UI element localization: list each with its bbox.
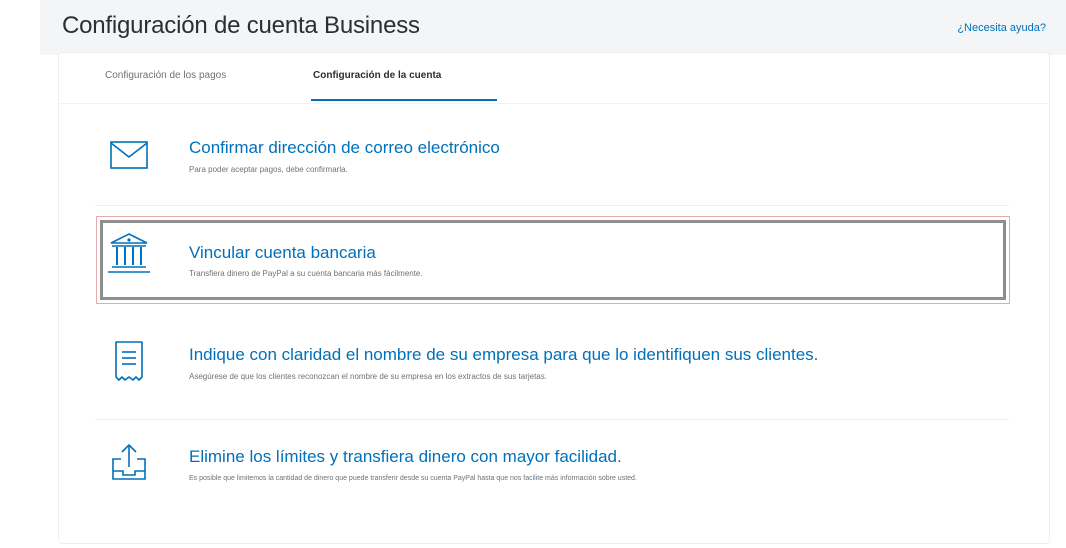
list-item-confirm-email[interactable]: Confirmar dirección de correo electrónic… bbox=[95, 131, 1009, 191]
tab-payment-settings[interactable]: Configuración de los pagos bbox=[105, 70, 226, 81]
highlight-box-inner bbox=[100, 220, 1006, 300]
divider bbox=[95, 205, 1009, 206]
list-item-business-name[interactable]: Indique con claridad el nombre de su emp… bbox=[95, 335, 1009, 405]
item-description: Para poder aceptar pagos, debe confirmar… bbox=[189, 165, 348, 174]
upload-tray-icon bbox=[107, 441, 151, 485]
envelope-icon bbox=[107, 133, 151, 177]
item-title: Confirmar dirección de correo electrónic… bbox=[189, 138, 500, 157]
highlight-box bbox=[96, 216, 1010, 304]
item-title: Elimine los límites y transfiera dinero … bbox=[189, 447, 622, 466]
divider bbox=[95, 419, 1009, 420]
receipt-icon bbox=[107, 339, 151, 383]
item-title: Indique con claridad el nombre de su emp… bbox=[189, 345, 819, 364]
page-title: Configuración de cuenta Business bbox=[62, 12, 420, 39]
item-description: Es posible que limitemos la cantidad de … bbox=[189, 475, 637, 482]
item-description: Asegúrese de que los clientes reconozcan… bbox=[189, 372, 547, 381]
tab-bar: Configuración de los pagos Configuración… bbox=[59, 53, 1049, 104]
help-link[interactable]: ¿Necesita ayuda? bbox=[957, 22, 1046, 34]
tab-account-settings[interactable]: Configuración de la cuenta bbox=[313, 70, 441, 81]
page: Configuración de cuenta Business ¿Necesi… bbox=[0, 0, 1066, 548]
active-tab-indicator bbox=[311, 99, 497, 101]
list-item-remove-limits[interactable]: Elimine los límites y transfiera dinero … bbox=[95, 437, 1009, 507]
